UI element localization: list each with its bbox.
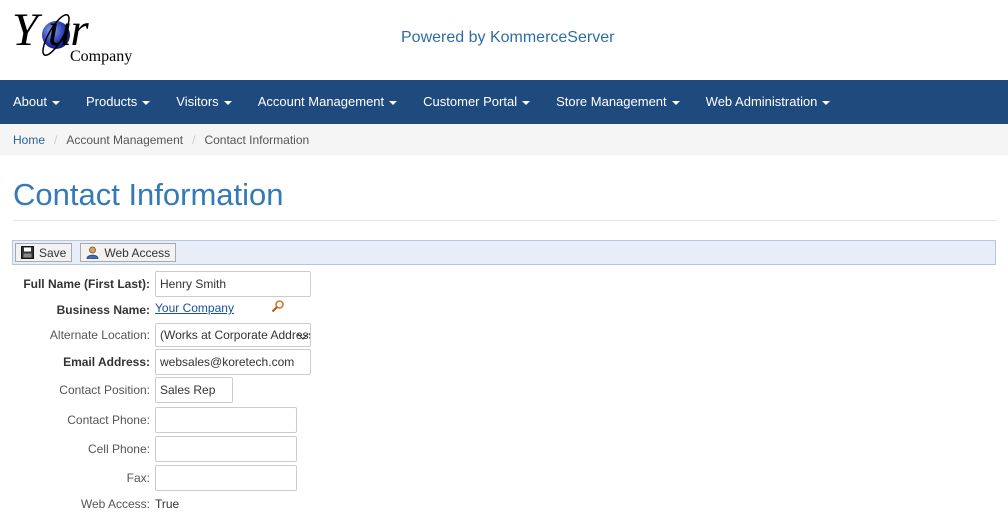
company-logo[interactable]: Y ur Company	[10, 4, 145, 73]
contact-phone-row: Contact Phone:	[0, 407, 420, 433]
email-input[interactable]: websales@koretech.com	[155, 349, 311, 375]
breadcrumb-separator: /	[54, 132, 58, 147]
fax-input[interactable]	[155, 465, 297, 491]
email-row: Email Address: websales@koretech.com	[0, 349, 420, 375]
nav-label: Web Administration	[705, 94, 818, 109]
nav-customer-portal[interactable]: Customer Portal	[410, 80, 543, 124]
business-name-row: Business Name: Your Company	[0, 299, 420, 325]
contact-position-row: Contact Position: Sales Rep	[0, 377, 420, 403]
nav-web-administration[interactable]: Web Administration	[693, 80, 844, 124]
alternate-location-select[interactable]: (Works at Corporate Address)	[155, 323, 311, 347]
web-access-label: Web Access	[104, 245, 171, 260]
full-name-label: Full Name (First Last):	[23, 277, 150, 291]
nav-label: Customer Portal	[423, 94, 518, 109]
save-label: Save	[39, 245, 67, 260]
cell-phone-input[interactable]	[155, 436, 297, 462]
user-icon	[86, 246, 99, 259]
logo-company-text: Company	[70, 48, 133, 65]
full-name-row: Full Name (First Last): Henry Smith	[0, 271, 420, 297]
fax-row: Fax:	[0, 465, 420, 491]
main-navbar: About Products Visitors Account Manageme…	[0, 80, 1008, 124]
alternate-location-row: Alternate Location: (Works at Corporate …	[0, 323, 420, 349]
caret-down-icon	[389, 100, 398, 105]
contact-phone-input[interactable]	[155, 407, 297, 433]
page-title: Contact Information	[13, 177, 997, 221]
web-access-value: True	[155, 497, 180, 511]
action-toolbar: Save Web Access	[12, 240, 996, 265]
fax-label: Fax:	[126, 471, 150, 485]
search-icon[interactable]	[271, 299, 285, 313]
caret-down-icon	[522, 100, 531, 105]
nav-store-management[interactable]: Store Management	[543, 80, 693, 124]
breadcrumb-current: Contact Information	[204, 132, 310, 147]
nav-label: About	[13, 94, 47, 109]
caret-down-icon	[671, 100, 680, 105]
contact-position-input[interactable]: Sales Rep	[155, 377, 233, 403]
caret-down-icon	[51, 100, 60, 105]
nav-account-management[interactable]: Account Management	[245, 80, 410, 124]
nav-products[interactable]: Products	[73, 80, 163, 124]
web-access-row: Web Access: True	[0, 497, 420, 523]
save-icon	[21, 246, 34, 259]
save-button[interactable]: Save	[15, 243, 73, 262]
nav-label: Store Management	[556, 94, 667, 109]
email-label: Email Address:	[63, 355, 150, 369]
nav-label: Account Management	[257, 94, 385, 109]
powered-by-text: Powered by KommerceServer	[401, 29, 615, 46]
cell-phone-label: Cell Phone:	[87, 442, 150, 456]
caret-down-icon	[223, 100, 232, 105]
caret-down-icon	[822, 100, 831, 105]
breadcrumb-account-management: Account Management	[66, 132, 184, 147]
web-access-field-label: Web Access:	[80, 497, 150, 511]
contact-position-label: Contact Position:	[59, 383, 150, 397]
nav-about[interactable]: About	[0, 80, 73, 124]
breadcrumb-separator: /	[192, 132, 196, 147]
cell-phone-row: Cell Phone:	[0, 436, 420, 462]
alternate-location-value: (Works at Corporate Address)	[160, 328, 311, 342]
business-name-link[interactable]: Your Company	[155, 301, 234, 315]
site-header: Y ur Company Powered by KommerceServer	[0, 0, 1008, 80]
breadcrumb: Home / Account Management / Contact Info…	[0, 124, 1008, 155]
nav-label: Visitors	[176, 94, 219, 109]
contact-phone-label: Contact Phone:	[67, 413, 150, 427]
full-name-input[interactable]: Henry Smith	[155, 271, 311, 297]
web-access-button[interactable]: Web Access	[80, 243, 177, 262]
alternate-location-label: Alternate Location:	[49, 328, 150, 342]
nav-visitors[interactable]: Visitors	[163, 80, 244, 124]
breadcrumb-home[interactable]: Home	[13, 133, 45, 147]
nav-label: Products	[85, 94, 138, 109]
caret-down-icon	[142, 100, 151, 105]
business-name-label: Business Name:	[56, 303, 150, 317]
